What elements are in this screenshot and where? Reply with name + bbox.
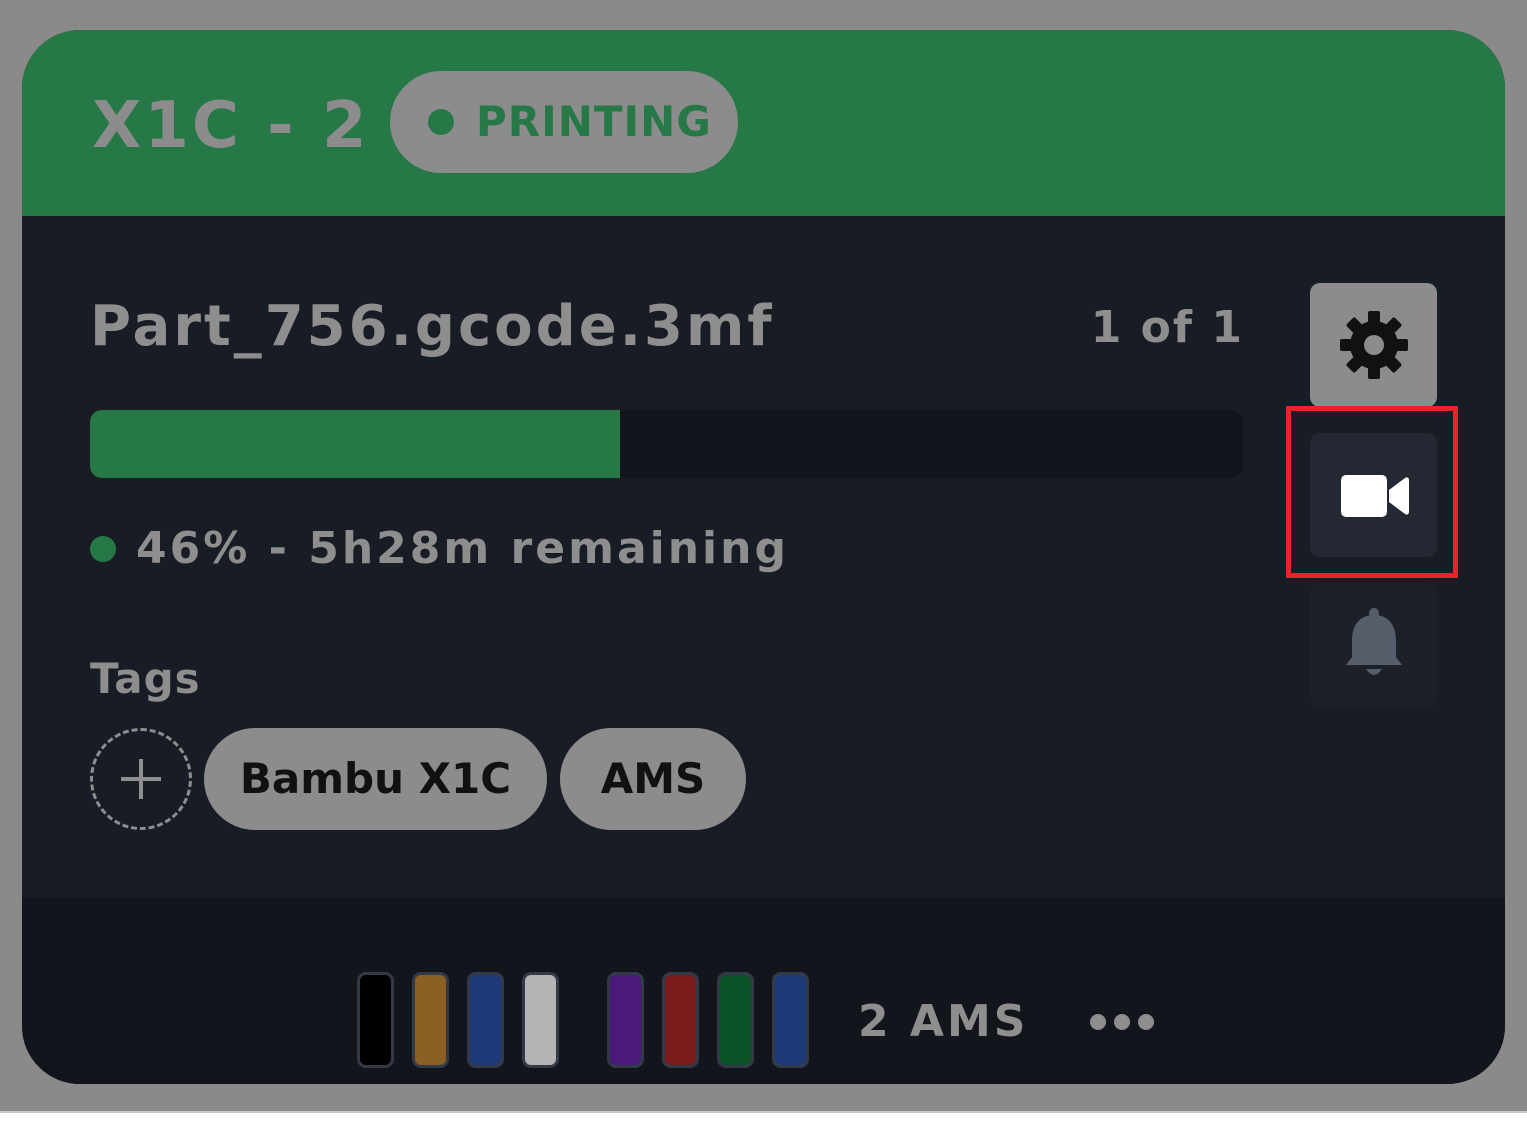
tag-ams[interactable]: AMS: [560, 728, 746, 830]
bottom-strip: [0, 1111, 1527, 1121]
highlight-box: [1286, 406, 1458, 578]
settings-button[interactable]: [1310, 283, 1437, 407]
add-tag-button[interactable]: [90, 728, 192, 830]
status-badge: PRINTING: [390, 71, 738, 173]
ams-spool-1-4[interactable]: [522, 972, 559, 1068]
ams-spool-1-2[interactable]: [412, 972, 449, 1068]
notifications-button[interactable]: [1310, 583, 1437, 707]
ams-spool-2-1[interactable]: [607, 972, 644, 1068]
ams-count: 2 AMS: [858, 996, 1029, 1047]
ams-footer[interactable]: 2 AMS: [22, 898, 1505, 1084]
printer-card: X1C - 2 PRINTING Part_756.gcode.3mf 1 of…: [22, 30, 1505, 1084]
job-file-name: Part_756.gcode.3mf: [90, 294, 775, 359]
ams-spool-2-3[interactable]: [717, 972, 754, 1068]
ams-spool-1-3[interactable]: [467, 972, 504, 1068]
more-options-button[interactable]: [1090, 994, 1160, 1050]
progress-status-dot-icon: [90, 536, 116, 562]
dot-icon: [1090, 1014, 1106, 1030]
progress-bar-fill: [90, 410, 621, 478]
plus-icon: [121, 759, 161, 799]
gear-icon: [1340, 311, 1408, 379]
tags-label: Tags: [90, 654, 201, 703]
printer-name: X1C - 2: [92, 89, 370, 163]
ams-spool-2-4[interactable]: [772, 972, 809, 1068]
dot-icon: [1114, 1014, 1130, 1030]
progress-bar: [90, 410, 1243, 478]
status-dot-icon: [428, 109, 454, 135]
dot-icon: [1138, 1014, 1154, 1030]
ams-spool-2-2[interactable]: [662, 972, 699, 1068]
tag-bambu-x1c[interactable]: Bambu X1C: [204, 728, 547, 830]
bell-icon: [1346, 608, 1402, 675]
job-count: 1 of 1: [1090, 302, 1244, 353]
status-label: PRINTING: [476, 97, 712, 146]
progress-text: 46% - 5h28m remaining: [136, 523, 789, 574]
ams-spool-1-1[interactable]: [357, 972, 394, 1068]
card-header: X1C - 2 PRINTING: [22, 30, 1505, 216]
